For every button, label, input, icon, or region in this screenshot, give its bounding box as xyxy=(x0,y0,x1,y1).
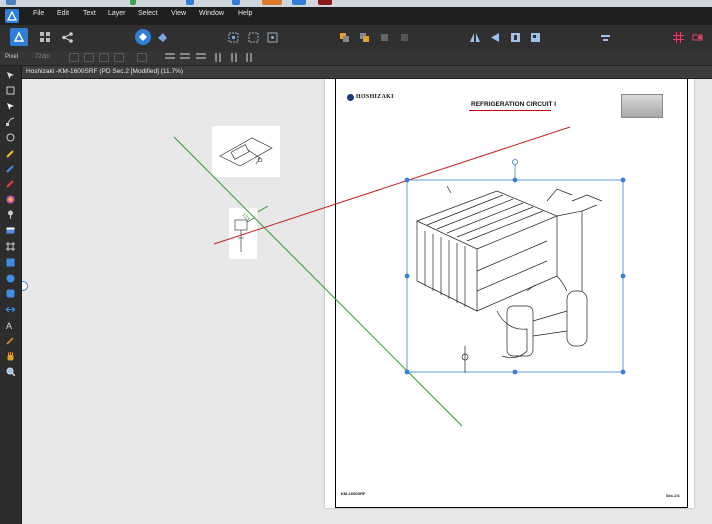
arrange-forward-icon[interactable] xyxy=(356,29,372,45)
align-icon[interactable] xyxy=(597,29,613,45)
crop-tool-icon[interactable] xyxy=(5,257,16,268)
snap-grid-icon[interactable] xyxy=(84,53,94,62)
menu-layer[interactable]: Layer xyxy=(108,10,126,17)
taskbar-icon[interactable] xyxy=(232,0,240,5)
context-toolbar: Pixel 72dpi xyxy=(0,51,712,66)
flip-horizontal-icon[interactable] xyxy=(467,29,483,45)
menu-select[interactable]: Select xyxy=(138,10,157,17)
snapping-icon[interactable] xyxy=(154,29,170,45)
designer-persona-icon[interactable] xyxy=(10,28,28,46)
pencil-tool-icon[interactable] xyxy=(5,163,16,174)
taskbar-icon[interactable] xyxy=(130,0,136,5)
menu-window[interactable]: Window xyxy=(199,10,224,17)
svg-text:A: A xyxy=(6,321,12,330)
snap-point-icon[interactable] xyxy=(99,53,109,62)
brush-tool-icon[interactable] xyxy=(5,148,16,159)
canvas-area[interactable]: HOSHIZAKI REFRIGERATION CIRCUIT I KM-160… xyxy=(22,79,712,524)
arrange-back-icon[interactable] xyxy=(336,29,352,45)
artboard-tool-icon[interactable] xyxy=(5,85,16,96)
menu-view[interactable]: View xyxy=(171,10,186,17)
taskbar-icon[interactable] xyxy=(186,0,194,5)
taskbar-icon[interactable] xyxy=(318,0,332,5)
taskbar-icon[interactable] xyxy=(6,0,16,5)
menu-file[interactable]: File xyxy=(33,10,44,17)
canvas-overlay: 123 xyxy=(173,126,626,427)
measure-marker xyxy=(257,205,269,213)
ellipse-tool-icon[interactable] xyxy=(5,288,16,299)
frame-text-icon[interactable] xyxy=(5,241,16,252)
align-right-icon[interactable] xyxy=(196,53,206,62)
resize-handle[interactable] xyxy=(404,369,410,375)
resize-handle[interactable] xyxy=(620,177,626,183)
red-line[interactable] xyxy=(213,126,571,245)
insert-target-icon[interactable] xyxy=(225,29,241,45)
zoom-fit-icon[interactable] xyxy=(137,53,147,62)
arrange-top-icon[interactable] xyxy=(396,29,412,45)
menu-help[interactable]: Help xyxy=(238,10,252,17)
menu-bar: File Edit Text Layer Select View Window … xyxy=(0,7,712,25)
flip-vertical-icon[interactable] xyxy=(487,29,503,45)
align-top-icon[interactable] xyxy=(215,53,225,62)
fill-tool-icon[interactable] xyxy=(5,178,16,189)
node-tool-icon[interactable] xyxy=(5,101,16,112)
align-bottom-icon[interactable] xyxy=(246,53,256,62)
app-logo-icon[interactable] xyxy=(5,9,19,23)
main-toolbar xyxy=(0,25,712,52)
rotation-handle[interactable] xyxy=(511,159,518,166)
document-tab[interactable]: Hoshizaki -KM-1600SRF (PD Sec.2 [Modifie… xyxy=(26,68,183,75)
align-left-icon[interactable] xyxy=(165,53,175,62)
zoom-tool-icon[interactable] xyxy=(5,366,16,377)
rotate-right-icon[interactable] xyxy=(527,29,543,45)
rotate-left-icon[interactable] xyxy=(507,29,523,45)
arrow-tool-icon[interactable] xyxy=(5,304,16,315)
rectangle-tool-icon[interactable] xyxy=(5,273,16,284)
place-image-icon[interactable] xyxy=(5,225,16,236)
resize-handle[interactable] xyxy=(512,369,518,375)
guides-icon[interactable] xyxy=(689,29,705,45)
select-bounds-icon[interactable] xyxy=(245,29,261,45)
vector-crop-icon[interactable] xyxy=(5,132,16,143)
arrange-front-icon[interactable] xyxy=(376,29,392,45)
resize-handle[interactable] xyxy=(620,369,626,375)
transform-origin-icon[interactable] xyxy=(264,29,280,45)
menu-text[interactable]: Text xyxy=(83,10,96,17)
document-tab-bar: Hoshizaki -KM-1600SRF (PD Sec.2 [Modifie… xyxy=(22,66,712,79)
align-center-icon[interactable] xyxy=(180,53,190,62)
snap-object-icon[interactable] xyxy=(114,53,124,62)
resize-handle[interactable] xyxy=(404,177,410,183)
taskbar-icon[interactable] xyxy=(292,0,306,5)
tools-panel: A xyxy=(0,66,22,524)
menu-edit[interactable]: Edit xyxy=(57,10,69,17)
resize-handle[interactable] xyxy=(404,273,410,279)
resize-handle[interactable] xyxy=(620,273,626,279)
artistic-text-icon[interactable]: A xyxy=(5,320,16,331)
resize-handle[interactable] xyxy=(512,177,518,183)
taskbar-icon[interactable] xyxy=(262,0,282,5)
grid-icon[interactable] xyxy=(670,29,686,45)
snap-toggle-icon[interactable] xyxy=(69,53,79,62)
selection-box[interactable] xyxy=(406,179,624,373)
measure-label: 123 xyxy=(241,212,251,222)
share-icon[interactable] xyxy=(59,29,75,45)
pixel-persona-icon[interactable] xyxy=(37,29,53,45)
color-picker-icon[interactable] xyxy=(5,335,16,346)
transparency-tool-icon[interactable] xyxy=(5,209,16,220)
color-wheel-icon[interactable] xyxy=(5,194,16,205)
move-tool-icon[interactable] xyxy=(5,70,16,81)
view-mode-icon[interactable] xyxy=(135,29,151,45)
pen-tool-icon[interactable] xyxy=(5,116,16,127)
unit-selector[interactable]: Pixel xyxy=(5,53,18,62)
dpi-field[interactable]: 72dpi xyxy=(35,53,50,62)
taskbar-strip xyxy=(0,0,712,7)
hand-tool-icon[interactable] xyxy=(5,351,16,362)
align-middle-icon[interactable] xyxy=(231,53,241,62)
